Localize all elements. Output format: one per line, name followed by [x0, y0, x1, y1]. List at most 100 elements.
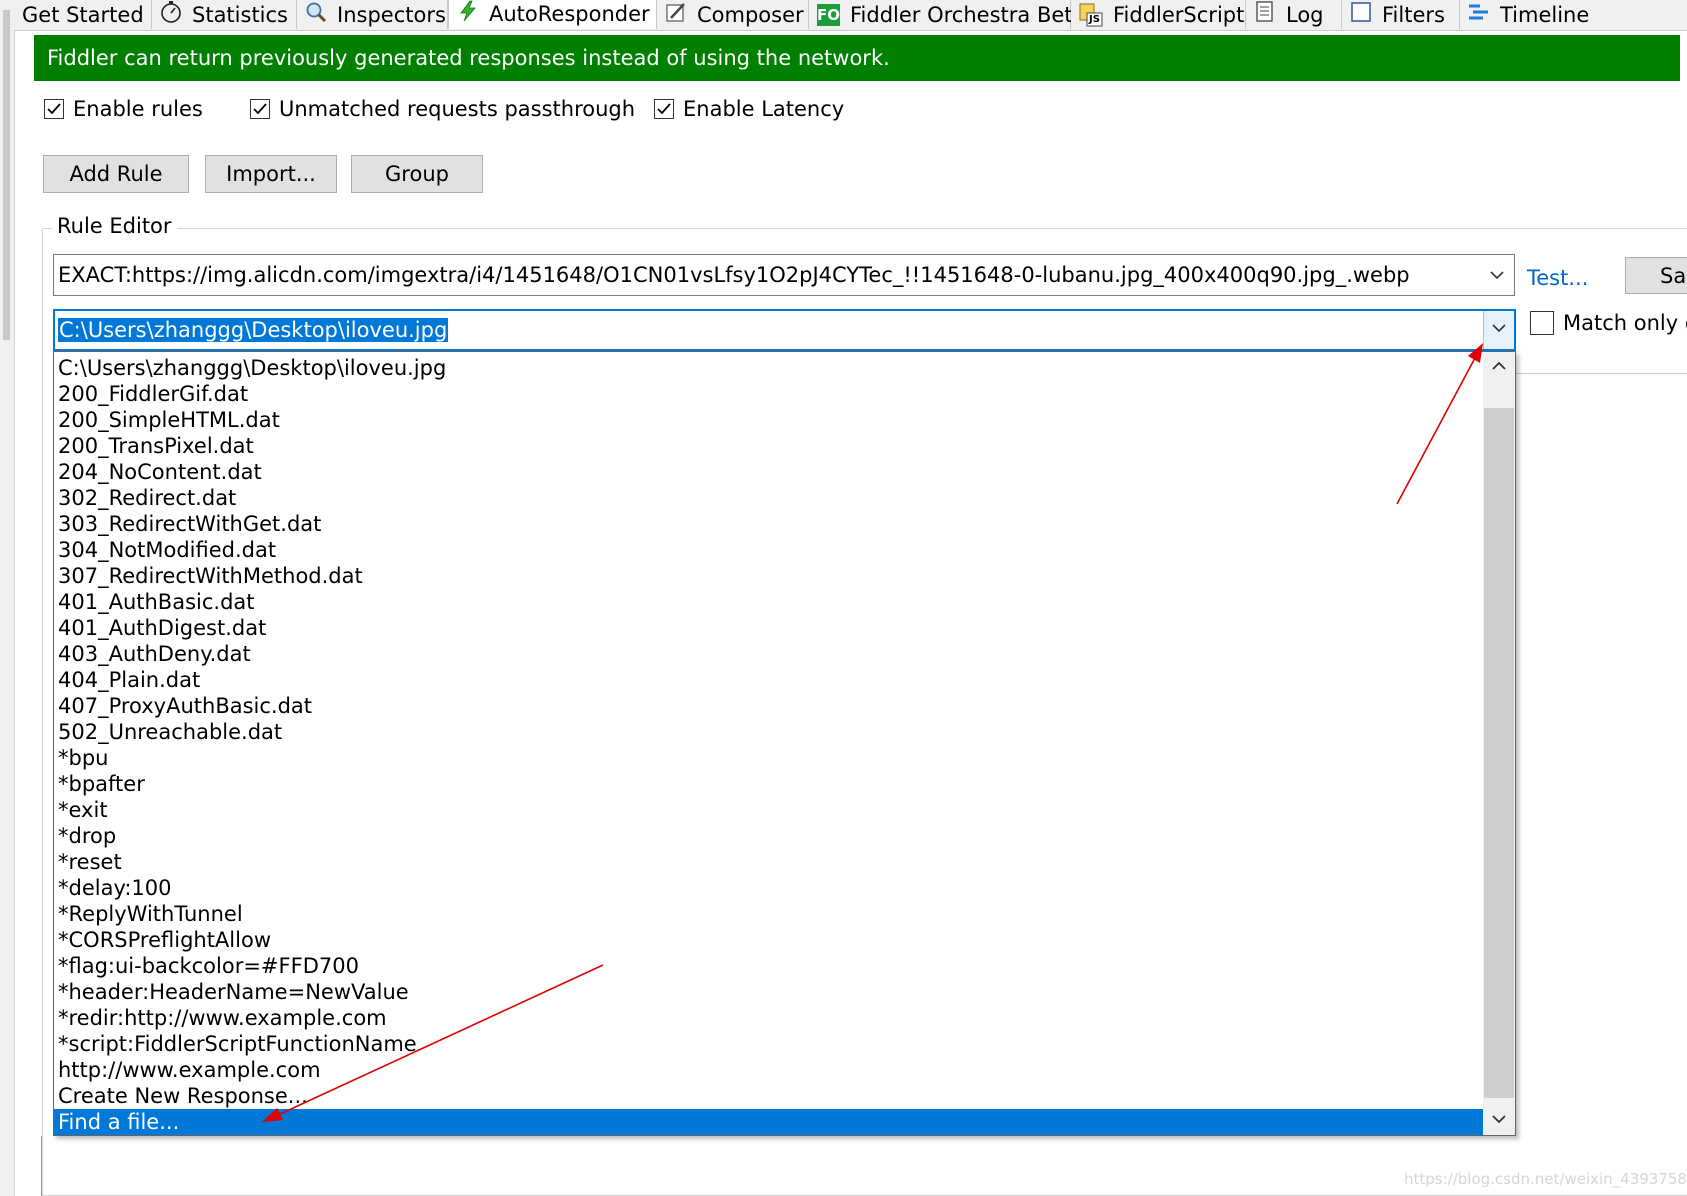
- lightning-icon: [457, 0, 479, 27]
- dropdown-item[interactable]: Create New Response...: [54, 1083, 1483, 1109]
- test-link[interactable]: Test...: [1527, 266, 1588, 290]
- left-scroll-thumb[interactable]: [3, 10, 10, 340]
- dropdown-item[interactable]: *drop: [54, 823, 1483, 849]
- magnifier-icon: [305, 1, 327, 28]
- response-value[interactable]: C:\Users\zhanggg\Desktop\iloveu.jpg: [58, 318, 449, 342]
- dropdown-item[interactable]: *flag:ui-backcolor=#FFD700: [54, 953, 1483, 979]
- scroll-up-button[interactable]: [1483, 352, 1515, 382]
- check-icon[interactable]: [44, 99, 64, 119]
- dropdown-item[interactable]: *header:HeaderName=NewValue: [54, 979, 1483, 1005]
- response-combobox[interactable]: C:\Users\zhanggg\Desktop\iloveu.jpg: [53, 309, 1516, 351]
- scroll-down-button[interactable]: [1483, 1105, 1515, 1135]
- tab-composer[interactable]: Composer: [657, 0, 809, 29]
- unmatched-passthrough-checkbox[interactable]: Unmatched requests passthrough: [250, 97, 635, 121]
- add-rule-button[interactable]: Add Rule: [43, 155, 189, 193]
- tab-label: Statistics: [192, 2, 288, 27]
- dropdown-item[interactable]: 204_NoContent.dat: [54, 459, 1483, 485]
- panel-left-border: [41, 1136, 42, 1196]
- script-badge: JS: [1089, 13, 1100, 25]
- dropdown-item[interactable]: 401_AuthDigest.dat: [54, 615, 1483, 641]
- tab-label: Composer: [697, 2, 804, 27]
- tab-autoresponder[interactable]: AutoResponder: [448, 0, 657, 29]
- dropdown-item[interactable]: *exit: [54, 797, 1483, 823]
- chevron-down-icon: [1490, 318, 1508, 342]
- tab-inspectors[interactable]: Inspectors: [297, 0, 448, 29]
- dropdown-item[interactable]: *delay:100: [54, 875, 1483, 901]
- tab-get-started[interactable]: Get Started: [14, 0, 152, 29]
- tab-label: FiddlerScript: [1113, 2, 1245, 27]
- dropdown-item[interactable]: C:\Users\zhanggg\Desktop\iloveu.jpg: [54, 355, 1483, 381]
- unmatched-passthrough-label: Unmatched requests passthrough: [279, 97, 636, 121]
- dropdown-item[interactable]: *reset: [54, 849, 1483, 875]
- checkbox-icon: [1350, 1, 1372, 28]
- dropdown-item[interactable]: 502_Unreachable.dat: [54, 719, 1483, 745]
- dropdown-item[interactable]: 304_NotModified.dat: [54, 537, 1483, 563]
- save-label: Save: [1660, 263, 1687, 288]
- banner-text: Fiddler can return previously generated …: [47, 46, 890, 70]
- tab-label: Inspectors: [337, 2, 446, 27]
- watermark: https://blog.csdn.net/weixin_43937587: [1404, 1170, 1687, 1188]
- timeline-icon: [1468, 1, 1490, 28]
- dropdown-item[interactable]: 407_ProxyAuthBasic.dat: [54, 693, 1483, 719]
- match-only-once-label: Match only once: [1563, 311, 1687, 335]
- dropdown-item[interactable]: *script:FiddlerScriptFunctionName: [54, 1031, 1483, 1057]
- match-condition-value: EXACT:https://img.alicdn.com/imgextra/i4…: [58, 263, 1410, 287]
- dropdown-scrollbar[interactable]: [1483, 352, 1515, 1135]
- dropdown-item[interactable]: 303_RedirectWithGet.dat: [54, 511, 1483, 537]
- dropdown-item[interactable]: *bpu: [54, 745, 1483, 771]
- stopwatch-icon: [160, 1, 182, 28]
- tab-label: AutoResponder: [489, 1, 650, 26]
- dropdown-item[interactable]: 307_RedirectWithMethod.dat: [54, 563, 1483, 589]
- response-dropdown-button[interactable]: [1483, 311, 1514, 349]
- pencil-icon: [665, 1, 687, 28]
- tab-log[interactable]: Log: [1246, 0, 1342, 29]
- chevron-down-icon[interactable]: [1488, 265, 1506, 289]
- tab-statistics[interactable]: Statistics: [152, 0, 297, 29]
- tab-label: Timeline: [1500, 2, 1590, 27]
- tab-fiddlerscript[interactable]: JS FiddlerScript: [1071, 0, 1246, 29]
- chevron-up-icon: [1491, 355, 1507, 379]
- import-button[interactable]: Import...: [205, 155, 337, 193]
- tab-label: Log: [1286, 2, 1324, 27]
- enable-latency-label: Enable Latency: [683, 97, 845, 121]
- dropdown-items: C:\Users\zhanggg\Desktop\iloveu.jpg 200_F…: [54, 355, 1483, 1135]
- fo-icon: FO: [817, 3, 840, 26]
- tab-label: Filters: [1382, 2, 1445, 27]
- dropdown-item[interactable]: *redir:http://www.example.com: [54, 1005, 1483, 1031]
- dropdown-item[interactable]: 403_AuthDeny.dat: [54, 641, 1483, 667]
- enable-rules-label: Enable rules: [73, 97, 203, 121]
- response-dropdown-list[interactable]: C:\Users\zhanggg\Desktop\iloveu.jpg 200_F…: [53, 351, 1516, 1136]
- rule-editor-legend: Rule Editor: [52, 214, 177, 238]
- tab-timeline[interactable]: Timeline: [1460, 0, 1687, 29]
- tab-fiddler-orchestra[interactable]: FO Fiddler Orchestra Beta: [809, 0, 1085, 29]
- tab-label: Get Started: [22, 2, 144, 27]
- unchecked-box-icon[interactable]: [1530, 311, 1554, 335]
- dropdown-item[interactable]: 200_TransPixel.dat: [54, 433, 1483, 459]
- script-icon: JS: [1079, 3, 1103, 27]
- check-icon[interactable]: [250, 99, 270, 119]
- match-only-once-checkbox[interactable]: Match only once: [1530, 311, 1687, 335]
- dropdown-item[interactable]: Find a file...: [54, 1109, 1483, 1135]
- info-banner: Fiddler can return previously generated …: [34, 35, 1680, 81]
- tab-filters[interactable]: Filters: [1342, 0, 1460, 29]
- match-condition-combobox[interactable]: EXACT:https://img.alicdn.com/imgextra/i4…: [53, 254, 1515, 296]
- save-button[interactable]: Save: [1625, 257, 1687, 294]
- dropdown-item[interactable]: 302_Redirect.dat: [54, 485, 1483, 511]
- group-button[interactable]: Group: [351, 155, 483, 193]
- tab-label: Fiddler Orchestra Beta: [850, 2, 1086, 27]
- enable-latency-checkbox[interactable]: Enable Latency: [654, 97, 844, 121]
- left-frame-strip: [0, 0, 15, 1196]
- dropdown-item[interactable]: *bpafter: [54, 771, 1483, 797]
- scrollbar-thumb[interactable]: [1484, 408, 1514, 1098]
- dropdown-item[interactable]: 200_SimpleHTML.dat: [54, 407, 1483, 433]
- enable-rules-checkbox[interactable]: Enable rules: [44, 97, 203, 121]
- dropdown-item[interactable]: 404_Plain.dat: [54, 667, 1483, 693]
- dropdown-item[interactable]: 401_AuthBasic.dat: [54, 589, 1483, 615]
- dropdown-item[interactable]: http://www.example.com: [54, 1057, 1483, 1083]
- dropdown-item[interactable]: *ReplyWithTunnel: [54, 901, 1483, 927]
- dropdown-item[interactable]: 200_FiddlerGif.dat: [54, 381, 1483, 407]
- panel-divider: [1516, 373, 1687, 374]
- dropdown-item[interactable]: *CORSPreflightAllow: [54, 927, 1483, 953]
- check-icon[interactable]: [654, 99, 674, 119]
- chevron-down-icon: [1491, 1108, 1507, 1132]
